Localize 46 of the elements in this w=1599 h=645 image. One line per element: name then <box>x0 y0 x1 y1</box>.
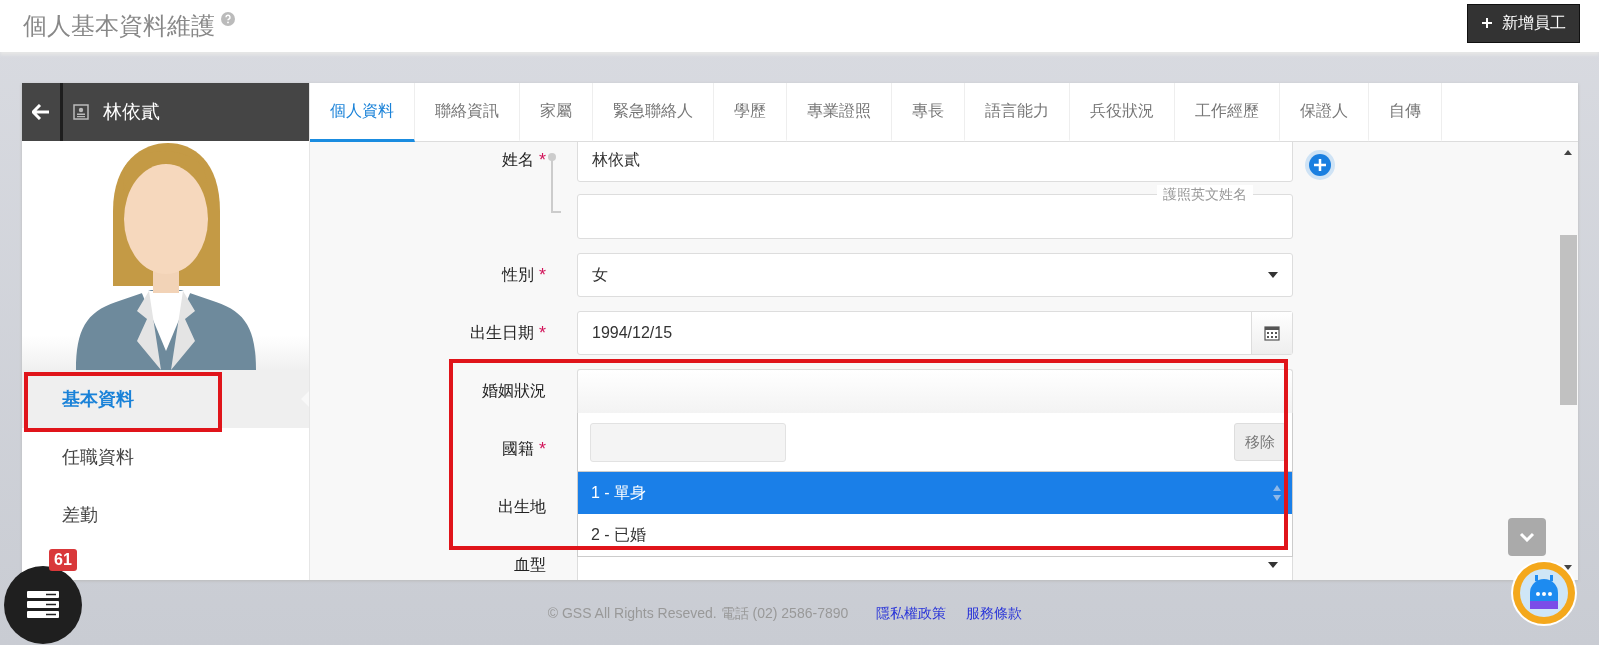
page-title: 個人基本資料維護 <box>23 11 215 41</box>
side-nav-item[interactable]: 任職資料 <box>22 428 309 486</box>
remove-button[interactable]: 移除 <box>1234 423 1286 461</box>
side-nav-item[interactable]: 基本資料 <box>22 370 309 428</box>
scroll-up-icon[interactable] <box>1564 150 1572 155</box>
field-label: 婚姻狀況 <box>482 380 546 401</box>
caret-icon <box>1268 562 1278 568</box>
stacked-bars-icon <box>26 590 60 620</box>
employee-name: 林依貳 <box>103 100 160 124</box>
add-icon[interactable] <box>1305 150 1335 180</box>
calendar-button[interactable] <box>1251 312 1292 354</box>
english-name-field[interactable]: 護照英文姓名 <box>577 185 1293 239</box>
dropdown-option[interactable]: 2 - 已婚 <box>578 514 1292 556</box>
field-label: 出生地 <box>498 496 546 517</box>
required-mark: * <box>539 149 546 171</box>
plus-icon <box>1481 17 1493 29</box>
scrollbar-thumb[interactable] <box>1559 235 1577 405</box>
add-employee-button[interactable]: 新增員工 <box>1467 3 1580 43</box>
calendar-icon <box>1264 325 1280 341</box>
back-arrow-icon[interactable] <box>32 104 50 120</box>
dropdown-option[interactable]: 1 - 單身 <box>578 472 1292 514</box>
notification-badge: 61 <box>49 549 77 571</box>
caret-icon <box>1268 272 1278 278</box>
required-mark: * <box>539 322 546 344</box>
field-label: 出生日期 <box>470 322 534 343</box>
name-field[interactable]: 林依貳 <box>577 142 1293 182</box>
select-field[interactable] <box>577 369 1293 413</box>
scroll-down-icon[interactable] <box>1564 565 1572 570</box>
robot-icon[interactable] <box>1510 559 1578 627</box>
contact-card-icon <box>73 104 89 120</box>
date-field[interactable]: 1994/12/15 <box>577 311 1293 355</box>
required-mark: * <box>539 438 546 460</box>
footer-link[interactable]: 服務條款 <box>966 605 1023 623</box>
footer-link[interactable]: 隱私權政策 <box>876 605 947 623</box>
field-label: 國籍 <box>502 438 534 459</box>
field-legend: 護照英文姓名 <box>1157 185 1253 203</box>
field-label: 血型 <box>514 554 546 575</box>
chevron-down-icon <box>1519 532 1535 542</box>
sort-arrows-icon <box>1272 484 1282 502</box>
required-mark: * <box>539 264 546 286</box>
side-nav-item[interactable]: 差勤 <box>22 486 309 544</box>
field-label: 姓名 <box>502 149 534 170</box>
search-field[interactable] <box>590 422 786 462</box>
copyright-text: © GSS All Rights Reseved. 電話 (02) 2586-7890 <box>547 605 849 623</box>
select-field[interactable]: 女 <box>577 253 1293 297</box>
field-label: 性別 <box>502 264 534 285</box>
